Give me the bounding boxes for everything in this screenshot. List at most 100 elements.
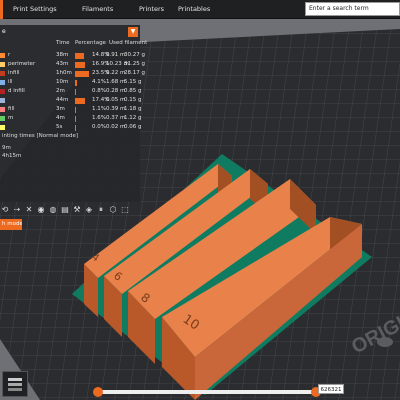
legend-percentage-bar [75,98,86,104]
legend-weight: 0.06 g [124,124,142,130]
legend-length: 0.02 m [106,124,126,130]
legend-feature-name: ill [8,79,13,85]
legend-length: 9.91 m [106,52,126,58]
retraction-icon[interactable]: ◉ [36,205,46,215]
legend-percentage: 0.0% [92,124,106,130]
legend-time: 5s [56,124,63,130]
print-times-label: inting times [Normal mode] [2,133,79,139]
color-change-icon[interactable]: ◈ [84,205,94,215]
legend-color-swatch [0,125,5,130]
legend-length: 0.05 m [106,97,126,103]
legend-row[interactable]: 44m 17.4% 0.05 m 0.15 g [0,96,142,105]
seam-icon[interactable]: ▤ [60,205,70,215]
legend-color-swatch [0,98,5,103]
mode-toggle-button[interactable]: h mode [0,219,22,230]
shells-icon[interactable]: ⬡ [108,205,118,215]
move-slider-lower-thumb[interactable] [93,387,103,397]
legend-time: 3m [56,106,65,112]
legend-feature-name: m [8,115,14,121]
gcode-legend-panel: e ▼ Time Percentage Used filament r 38m 14… [0,25,147,230]
tool-change-icon[interactable]: ⚒ [72,205,82,215]
header-percentage: Percentage [75,40,106,46]
legend-time: 43m [56,61,69,67]
legend-weight: 28.17 g [124,70,145,76]
legend-color-swatch [0,89,5,94]
print-time-line-2: 4h15m [2,153,22,159]
legend-color-swatch [0,80,5,85]
legend-feature-name: r [8,52,11,58]
legend-percentage-bar [75,107,76,113]
wipe-icon[interactable]: ✕ [24,205,34,215]
deretraction-icon[interactable]: ◍ [48,205,58,215]
chevron-down-icon[interactable]: ▼ [128,27,138,37]
legend-percentage-bar [75,53,84,59]
legend-weight: 0.15 g [124,97,142,103]
legend-color-swatch [0,71,5,76]
legend-percentage: 1.1% [92,106,106,112]
legend-weight: 30.27 g [124,52,145,58]
legend-row[interactable]: d infill 2m 0.8% 0.28 m 0.85 g [0,87,142,96]
legend-length: 1.68 m [106,79,126,85]
legend-time: 2m [56,88,65,94]
tab-printables[interactable]: Printables [178,0,210,19]
pause-icon[interactable]: ⏸ [96,205,106,215]
legend-feature-name: d infill [8,88,25,94]
legend-percentage-bar [75,125,76,131]
print-time-line-1: 9m [2,145,11,151]
legend-view-type: e [2,28,6,35]
legend-weight: 1.12 g [124,115,142,121]
header-used-filament: Used filament [109,40,148,46]
search-input[interactable]: Enter a search term [305,2,400,16]
header-time: Time [56,40,70,46]
legend-weight: 0.85 g [124,88,142,94]
legend-header: e ▼ [0,27,140,37]
legend-weight: 31.25 g [124,61,145,67]
legend-percentage-bar [75,116,76,122]
legend-time: 44m [56,97,69,103]
legend-percentage: 1.6% [92,115,106,121]
legend-length: 0.28 m [106,88,126,94]
legend-weight: 1.18 g [124,106,142,112]
legend-feature-name: perimeter [8,61,36,67]
legend-row[interactable]: m 4m 1.6% 0.37 m 1.12 g [0,114,142,123]
legend-row[interactable]: 5s 0.0% 0.02 m 0.06 g [0,123,142,132]
legend-color-swatch [0,53,5,58]
legend-color-swatch [0,62,5,67]
legend-percentage-bar [75,80,78,86]
legend-length: 0.39 m [106,106,126,112]
legend-time: 1h0m [56,70,72,76]
legend-row[interactable]: fill 3m 1.1% 0.39 m 1.18 g [0,105,142,114]
gcode-move-slider[interactable] [95,390,317,394]
legend-column-headers: Time Percentage Used filament [0,39,147,48]
legend-row[interactable]: r 38m 14.8% 9.91 m 30.27 g [0,51,145,60]
legend-row[interactable]: perimeter 43m 16.9% 10.23 m 31.25 g [0,60,145,69]
move-count-readout: 626321 [318,384,344,394]
legend-row[interactable]: ill 10m 4.1% 1.68 m 5.15 g [0,78,142,87]
top-toolbar: Print Settings Filaments Printers Printa… [0,0,400,19]
extrusion-icon[interactable]: ⟲ [0,205,10,215]
legend-color-swatch [0,116,5,121]
legend-color-swatch [0,107,5,112]
tab-printers[interactable]: Printers [139,0,164,19]
legend-feature-name: fill [8,106,15,112]
sequential-icon[interactable]: ⬚ [120,205,130,215]
legend-percentage: 0.8% [92,88,106,94]
travel-icon[interactable]: ⇢ [12,205,22,215]
layers-icon[interactable] [2,371,28,397]
tab-filaments[interactable]: Filaments [82,0,113,19]
legend-percentage: 4.1% [92,79,106,85]
legend-percentage-bar [75,62,86,68]
legend-percentage-bar [75,71,90,77]
legend-weight: 5.15 g [124,79,142,85]
bed-logo-icon [377,337,393,347]
legend-percentage-bar [75,89,76,95]
legend-length: 0.37 m [106,115,126,121]
tab-print-settings[interactable]: Print Settings [13,0,57,19]
legend-feature-name: infill [8,70,20,76]
legend-length: 9.22 m [106,70,126,76]
tab-plater[interactable] [0,0,8,19]
legend-time: 4m [56,115,65,121]
legend-time: 38m [56,52,69,58]
legend-row[interactable]: infill 1h0m 23.5% 9.22 m 28.17 g [0,69,145,78]
legend-time: 10m [56,79,69,85]
